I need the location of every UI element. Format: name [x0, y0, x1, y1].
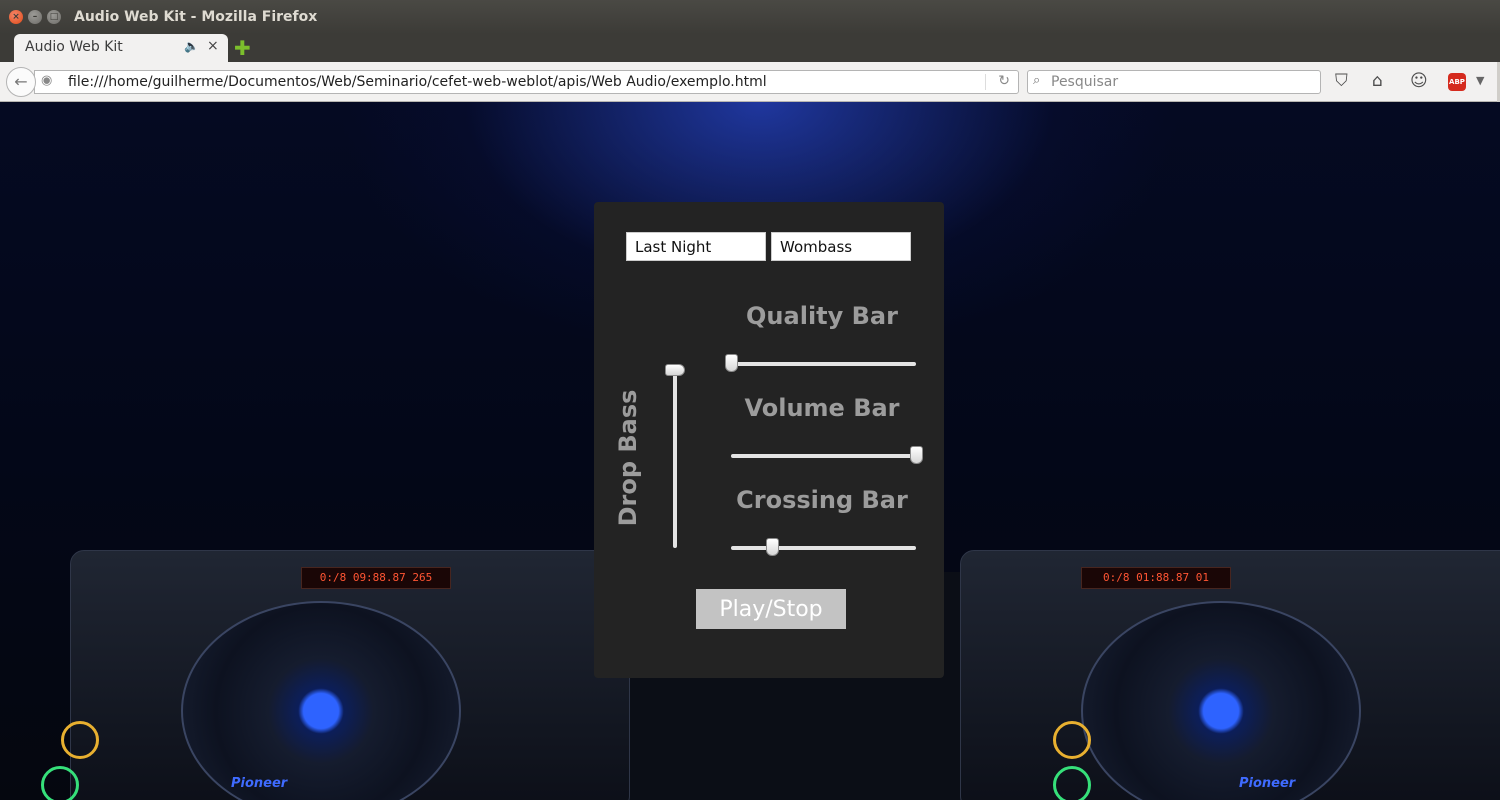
jog-wheel-image: [181, 601, 461, 800]
quality-slider-handle[interactable]: [725, 354, 738, 372]
tab-label: Audio Web Kit: [25, 39, 123, 55]
crossing-slider[interactable]: [731, 538, 916, 556]
dj-deck-right-image: 0:/8 01:88.87 01 Pioneer: [960, 550, 1500, 800]
chat-icon[interactable]: ☺: [1410, 71, 1428, 91]
play-button-image: [41, 766, 79, 800]
adblock-icon[interactable]: ABP: [1448, 73, 1466, 91]
window-maximize-icon[interactable]: □: [47, 10, 61, 24]
search-placeholder: Pesquisar: [1051, 74, 1119, 90]
tab-audio-web-kit[interactable]: Audio Web Kit 🔈 ×: [14, 34, 228, 62]
brand-logo: Pioneer: [1239, 776, 1296, 791]
deck-display: 0:/8 09:88.87 265: [301, 567, 451, 589]
brand-logo: Pioneer: [231, 776, 288, 791]
play-button-image: [1053, 766, 1091, 800]
globe-icon[interactable]: ◉: [41, 73, 52, 88]
tab-strip: Audio Web Kit 🔈 × ✚: [0, 34, 1500, 62]
window-close-icon[interactable]: ×: [9, 10, 23, 24]
menu-caret-icon[interactable]: ▼: [1476, 74, 1484, 87]
quality-slider[interactable]: [725, 354, 916, 372]
reload-icon[interactable]: ↻: [998, 73, 1010, 89]
deck-display: 0:/8 01:88.87 01: [1081, 567, 1231, 589]
pocket-icon[interactable]: ⛉: [1335, 71, 1348, 91]
dj-deck-left-image: 0:/8 09:88.87 265 Pioneer: [41, 550, 630, 800]
quality-bar-label: Quality Bar: [746, 302, 898, 330]
cue-button-image: [1053, 721, 1091, 759]
audio-control-panel: Drop Bass Quality Bar Volume Bar Crossin…: [594, 202, 944, 678]
tab-close-icon[interactable]: ×: [207, 38, 219, 54]
cue-button-image: [61, 721, 99, 759]
volume-slider-handle[interactable]: [910, 446, 923, 464]
crossing-slider-handle[interactable]: [765, 538, 779, 556]
home-icon[interactable]: ⌂: [1372, 71, 1383, 91]
window-title: Audio Web Kit - Mozilla Firefox: [74, 9, 318, 25]
window-minimize-icon[interactable]: –: [28, 10, 42, 24]
drop-bass-slider-handle[interactable]: [665, 364, 685, 376]
volume-bar-label: Volume Bar: [744, 394, 900, 422]
track2-input[interactable]: [771, 232, 911, 261]
window-titlebar: × – □ Audio Web Kit - Mozilla Firefox: [0, 0, 1500, 34]
drop-bass-label: Drop Bass: [614, 389, 642, 527]
crossing-bar-label: Crossing Bar: [736, 486, 908, 514]
volume-slider[interactable]: [731, 446, 923, 464]
url-text[interactable]: file:///home/guilherme/Documentos/Web/Se…: [68, 74, 767, 90]
url-divider: [985, 74, 986, 90]
page-content: 0:/8 09:88.87 265 Pioneer 0:/8 01:88.87 …: [0, 102, 1500, 800]
speaker-icon[interactable]: 🔈: [184, 39, 199, 53]
search-input[interactable]: ⌕ Pesquisar: [1027, 70, 1321, 94]
play-stop-button[interactable]: Play/Stop: [696, 589, 846, 629]
back-icon[interactable]: ←: [6, 67, 36, 97]
jog-wheel-image: [1081, 601, 1361, 800]
url-bar[interactable]: ◉ file:///home/guilherme/Documentos/Web/…: [34, 70, 1019, 94]
navigation-bar: ◉ file:///home/guilherme/Documentos/Web/…: [0, 62, 1500, 102]
search-icon: ⌕: [1033, 73, 1041, 88]
track1-input[interactable]: [626, 232, 766, 261]
drop-bass-slider[interactable]: [665, 364, 685, 548]
new-tab-icon[interactable]: ✚: [234, 36, 251, 60]
